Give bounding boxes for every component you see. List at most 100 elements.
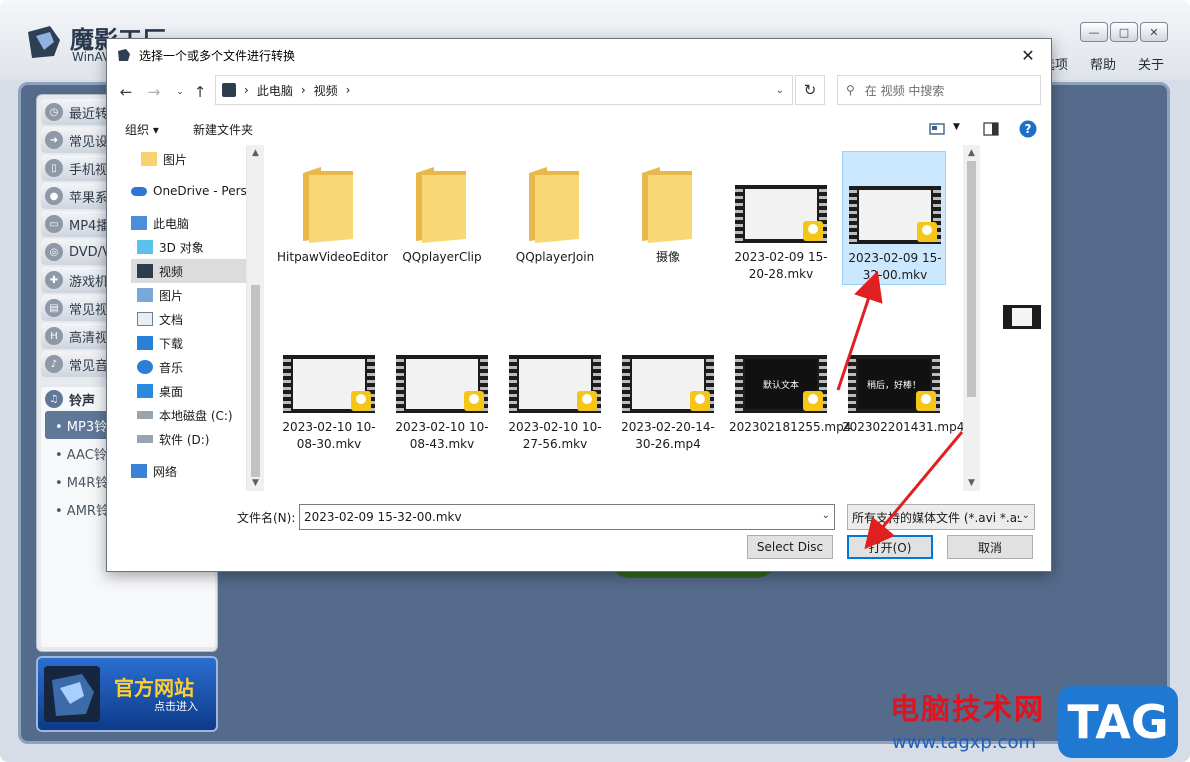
nav-item-pictures[interactable]: 图片 (137, 283, 246, 307)
open-button[interactable]: 打开(O) (847, 535, 933, 559)
video-thumbnail: 默认文本 (735, 355, 827, 413)
navigation-pane-scrollbar[interactable]: ▲ ▼ (247, 145, 264, 491)
nav-item-documents[interactable]: 文档 (137, 307, 246, 331)
nav-item-3d-objects[interactable]: 3D 对象 (137, 235, 246, 259)
maximize-icon[interactable]: □ (1110, 22, 1138, 42)
nav-item-network[interactable]: 网络 (131, 459, 246, 483)
sidebar-item-label: 最近转 (69, 106, 109, 122)
address-dropdown-icon[interactable]: ⌄ (776, 85, 784, 96)
menu-help[interactable]: 帮助 (1090, 54, 1116, 73)
nav-item-label: 视频 (159, 264, 184, 279)
hd-icon: H (45, 327, 63, 345)
close-icon[interactable]: ✕ (1140, 22, 1168, 42)
nav-item-onedrive[interactable]: OneDrive - Perso (131, 179, 247, 203)
video-thumbnail (396, 355, 488, 413)
file-item[interactable]: 2023-02-10 10-27-56.mkv (503, 321, 607, 455)
view-options-icon[interactable] (929, 123, 945, 135)
scrollbar-thumb[interactable] (251, 285, 260, 477)
file-item[interactable]: 稍后，好棒！ 202302201431.mp4 (842, 321, 964, 455)
film-icon: ▤ (45, 299, 63, 317)
new-folder-button[interactable]: 新建文件夹 (193, 121, 253, 138)
nav-item-desktop[interactable]: 桌面 (137, 379, 246, 403)
file-item[interactable]: 2023-02-09 15-20-28.mkv (729, 151, 833, 285)
file-type-dropdown-icon[interactable]: ⌄ (1018, 510, 1030, 521)
minimize-icon[interactable]: — (1080, 22, 1108, 42)
nav-item-label: OneDrive - Perso (153, 184, 247, 198)
file-item[interactable]: 2023-02-20-14-30-26.mp4 (616, 321, 720, 455)
file-name: 2023-02-10 10-27-56.mkv (508, 420, 602, 451)
folder-item[interactable]: 摄像 (616, 151, 720, 285)
official-site-subtitle: 点击进入 (154, 700, 198, 713)
nav-item-videos[interactable]: 视频 (131, 259, 246, 283)
network-icon (131, 464, 147, 478)
nav-item-downloads[interactable]: 下载 (137, 331, 246, 355)
video-folder-icon (137, 264, 153, 278)
scrollbar-thumb[interactable] (967, 161, 976, 397)
file-item[interactable]: 2023-02-10 10-08-43.mkv (390, 321, 494, 455)
disc-icon: ◎ (45, 243, 63, 261)
forward-arrow-icon[interactable]: → (143, 81, 165, 103)
dialog-toolbar: 组织 ▾ 新建文件夹 ▼ ? (107, 115, 1051, 143)
folder-icon (529, 167, 579, 243)
dialog-close-icon[interactable]: ✕ (1005, 39, 1051, 71)
file-name: 2023-02-10 10-08-30.mkv (282, 420, 376, 451)
phone-icon: ▯ (45, 159, 63, 177)
address-bar[interactable]: › 此电脑 › 视频 › ⌄ (215, 75, 793, 105)
organize-button[interactable]: 组织 ▾ (125, 121, 159, 138)
recent-locations-chevron-icon[interactable]: ⌄ (169, 81, 191, 103)
file-item[interactable]: 默认文本 202302181255.mp4 (729, 321, 851, 455)
select-disc-button[interactable]: Select Disc (747, 535, 833, 559)
view-dropdown-icon[interactable]: ▼ (953, 122, 960, 132)
scroll-up-icon[interactable]: ▲ (247, 145, 264, 161)
filename-label: 文件名(N): (237, 511, 296, 525)
file-name: 2023-02-09 15-32-00.mkv (848, 251, 942, 282)
official-site-banner[interactable]: 官方网站 点击进入 (36, 656, 218, 732)
scroll-up-icon[interactable]: ▲ (963, 145, 980, 161)
clock-icon: ◷ (45, 103, 63, 121)
preview-pane-icon[interactable] (983, 122, 999, 136)
file-name: 2023-02-20-14-30-26.mp4 (621, 420, 715, 451)
sidebar-item-label: MP4播 (69, 218, 110, 234)
help-icon[interactable]: ? (1019, 120, 1037, 138)
breadcrumb-this-pc[interactable]: 此电脑 (257, 82, 293, 99)
nav-item-label: 3D 对象 (159, 240, 204, 255)
file-list-scrollbar[interactable]: ▲ ▼ (963, 145, 980, 491)
computer-icon (131, 216, 147, 230)
nav-item-drive-c[interactable]: 本地磁盘 (C:) (137, 403, 246, 427)
player-badge-icon (577, 391, 597, 411)
folder-item[interactable]: HitpawVideoEditor (277, 151, 388, 285)
player-badge-icon (690, 391, 710, 411)
scroll-down-icon[interactable]: ▼ (247, 475, 264, 491)
nav-item-music[interactable]: 音乐 (137, 355, 246, 379)
file-item[interactable]: 2023-02-09 15-32-00.mkv (842, 151, 946, 285)
up-arrow-icon[interactable]: ↑ (189, 81, 211, 103)
nav-item-this-pc[interactable]: 此电脑 (131, 211, 246, 235)
file-open-dialog: 选择一个或多个文件进行转换 ✕ ← → ⌄ ↑ › 此电脑 › 视频 › ⌄ ↻… (106, 38, 1052, 572)
folder-icon (416, 167, 466, 243)
folder-item[interactable]: QQplayerJoin (503, 151, 607, 285)
search-input[interactable]: ⚲ 在 视频 中搜索 (837, 75, 1041, 105)
nav-item-drive-d[interactable]: 软件 (D:) (137, 427, 246, 451)
drive-d-icon (137, 435, 153, 443)
file-item[interactable]: 2023-02-10 10-08-30.mkv (277, 321, 381, 455)
folder-icon (303, 167, 353, 243)
menu-about[interactable]: 关于 (1138, 54, 1164, 73)
film-strip-icon (735, 355, 743, 413)
folder-icon (141, 152, 157, 166)
breadcrumb-videos[interactable]: 视频 (314, 82, 338, 99)
player-badge-icon (917, 222, 937, 242)
file-type-select[interactable]: 所有支持的媒体文件 (*.avi *.as ⌄ (847, 504, 1035, 530)
cancel-button[interactable]: 取消 (947, 535, 1033, 559)
ringtone-icon: ♫ (45, 390, 63, 408)
file-name: QQplayerClip (402, 250, 482, 264)
nav-item-pictures-quick[interactable]: 图片 (141, 147, 246, 171)
nav-item-label: 桌面 (159, 384, 184, 399)
filename-input[interactable]: 2023-02-09 15-32-00.mkv ⌄ (299, 504, 835, 530)
filename-dropdown-icon[interactable]: ⌄ (822, 510, 830, 521)
refresh-icon[interactable]: ↻ (795, 75, 825, 105)
scroll-down-icon[interactable]: ▼ (963, 475, 980, 491)
cube-icon (137, 240, 153, 254)
player-badge-icon (803, 221, 823, 241)
folder-item[interactable]: QQplayerClip (390, 151, 494, 285)
back-arrow-icon[interactable]: ← (115, 81, 137, 103)
